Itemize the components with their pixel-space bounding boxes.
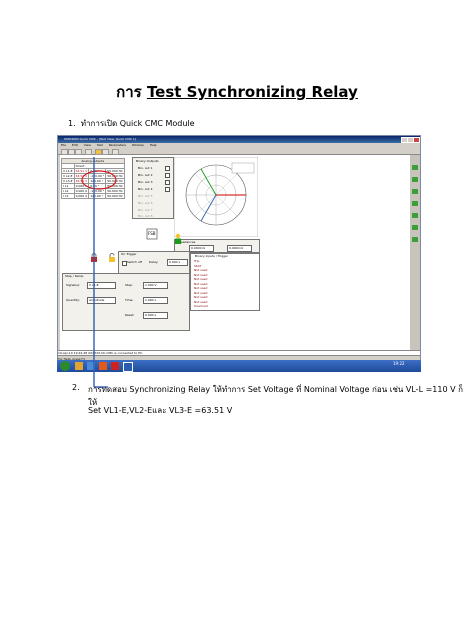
- bin-out-7: Bin. out 7: [138, 208, 153, 212]
- clock: 19:22: [393, 361, 405, 366]
- binary-input-row[interactable]: Not used: [194, 273, 207, 277]
- status-led: [412, 225, 418, 230]
- binary-input-row[interactable]: Not used: [194, 291, 207, 295]
- bin-out-2: Bin. out 2: [138, 173, 153, 177]
- menu-file[interactable]: File: [61, 143, 66, 147]
- time-label: Time:: [125, 298, 134, 302]
- phasor-diagram: [174, 157, 258, 237]
- binary-input-row[interactable]: Not used: [194, 282, 207, 286]
- taskbar-app-icon[interactable]: [111, 362, 119, 370]
- toolbar: [58, 148, 420, 155]
- bin-out-5: Bin. out 5: [138, 194, 153, 198]
- delay-input[interactable]: 0.000 s: [167, 259, 188, 266]
- status-led: [412, 201, 418, 206]
- signal-label: Signal(s):: [66, 283, 81, 287]
- device-status-column: [410, 155, 420, 350]
- menu-help[interactable]: Help: [150, 143, 157, 147]
- bin-out-1-checkbox[interactable]: [165, 166, 170, 171]
- ramp-icon[interactable]: FSB: [146, 228, 158, 240]
- arrow-line: [93, 157, 108, 388]
- binary-input-row[interactable]: Not used: [194, 277, 207, 281]
- step-1-number: 1.: [68, 119, 76, 128]
- step-2-line-2: Set VL1-E,VL2-Eและ VL3-E =63.51 V: [88, 406, 233, 415]
- bin-out-8: Bin. out 8: [138, 214, 153, 218]
- menu-window[interactable]: Window: [132, 143, 144, 147]
- bin-out-3: Bin. out 3: [138, 180, 153, 184]
- bin-out-4-checkbox[interactable]: [165, 187, 170, 192]
- bin-out-2-checkbox[interactable]: [165, 173, 170, 178]
- bin-out-1: Bin. out 1: [138, 166, 153, 170]
- switch-off-label: Switch off: [127, 260, 142, 264]
- binary-input-row[interactable]: Overload: [194, 304, 208, 308]
- reset-label: Reset:: [125, 313, 135, 317]
- on-trigger-panel: On Trigger Switch off Delay: 0.000 s: [118, 251, 190, 275]
- cell: I L3: [61, 193, 75, 199]
- bin-out-6: Bin. out 6: [138, 201, 153, 205]
- binary-input-row[interactable]: Trip: [194, 259, 199, 263]
- binary-input-row[interactable]: Not used: [194, 295, 207, 299]
- window-titlebar: OMICRON Quick CMC - [Test View: Quick CM…: [58, 136, 420, 143]
- status-led: [412, 165, 418, 170]
- menu-parameters[interactable]: Parameters: [109, 143, 126, 147]
- impedance-r-input[interactable]: 0.0000 Ω: [189, 245, 214, 252]
- binary-outputs-panel: Binary Outputs Bin. out 1 Bin. out 2 Bin…: [132, 157, 174, 219]
- status-led: [412, 189, 418, 194]
- binary-outputs-header: Binary Outputs: [136, 159, 159, 163]
- cell: V L2-E: [61, 173, 75, 179]
- binary-inputs-panel: Binary inputs / Trigger Trip Start Not u…: [190, 253, 260, 311]
- binary-input-row[interactable]: Not used: [194, 300, 207, 304]
- on-trigger-label: On Trigger: [121, 252, 137, 256]
- menu-view[interactable]: View: [84, 143, 91, 147]
- windows-taskbar: 19:22: [57, 360, 421, 372]
- status-led: [412, 237, 418, 242]
- window-title: OMICRON Quick CMC - [Test View: Quick CM…: [64, 137, 136, 141]
- menu-edit[interactable]: Edit: [72, 143, 78, 147]
- title-main: Test Synchronizing Relay: [146, 83, 358, 101]
- svg-text:FSB: FSB: [148, 231, 156, 236]
- step-1: 1. ทำการเปิด Quick CMC Module: [68, 117, 195, 130]
- bin-out-4: Bin. out 4: [138, 187, 153, 191]
- status-led: [412, 213, 418, 218]
- bin-out-3-checkbox[interactable]: [165, 180, 170, 185]
- binary-input-row[interactable]: Not used: [194, 286, 207, 290]
- cell: V L1-E: [61, 168, 75, 174]
- step-label: Step:: [125, 283, 133, 287]
- status-led: [412, 177, 418, 182]
- binary-inputs-header: Binary inputs / Trigger: [195, 254, 229, 258]
- binary-input-row[interactable]: Start: [194, 264, 201, 268]
- taskbar-word-icon[interactable]: [123, 362, 133, 372]
- reset-input[interactable]: 0.000 s: [143, 312, 168, 319]
- title-thai: การ: [116, 83, 142, 101]
- person-icon[interactable]: [173, 233, 183, 245]
- binary-input-row[interactable]: Not used: [194, 268, 207, 272]
- menu-test[interactable]: Test: [97, 143, 103, 147]
- quantity-label: Quantity:: [66, 298, 80, 302]
- document-title: การ Test Synchronizing Relay: [0, 80, 474, 104]
- software-screenshot: OMICRON Quick CMC - [Test View: Quick CM…: [57, 135, 421, 362]
- step-input[interactable]: 1.000 V: [143, 282, 168, 289]
- cell: V L3-E: [61, 178, 75, 184]
- test-view: Analog outputs Direct V L1-E 63.51 V 0.00 …: [60, 155, 410, 350]
- step-2-number: 2.: [72, 383, 80, 392]
- start-button[interactable]: [60, 361, 70, 371]
- delay-label: Delay:: [149, 260, 159, 264]
- step-1-text: Quick CMC Module: [119, 119, 195, 128]
- time-input[interactable]: 1.000 s: [143, 297, 168, 304]
- impedance-x-input[interactable]: 0.0000 Ω: [227, 245, 252, 252]
- step-1-thai: ทำการเปิด: [80, 119, 118, 128]
